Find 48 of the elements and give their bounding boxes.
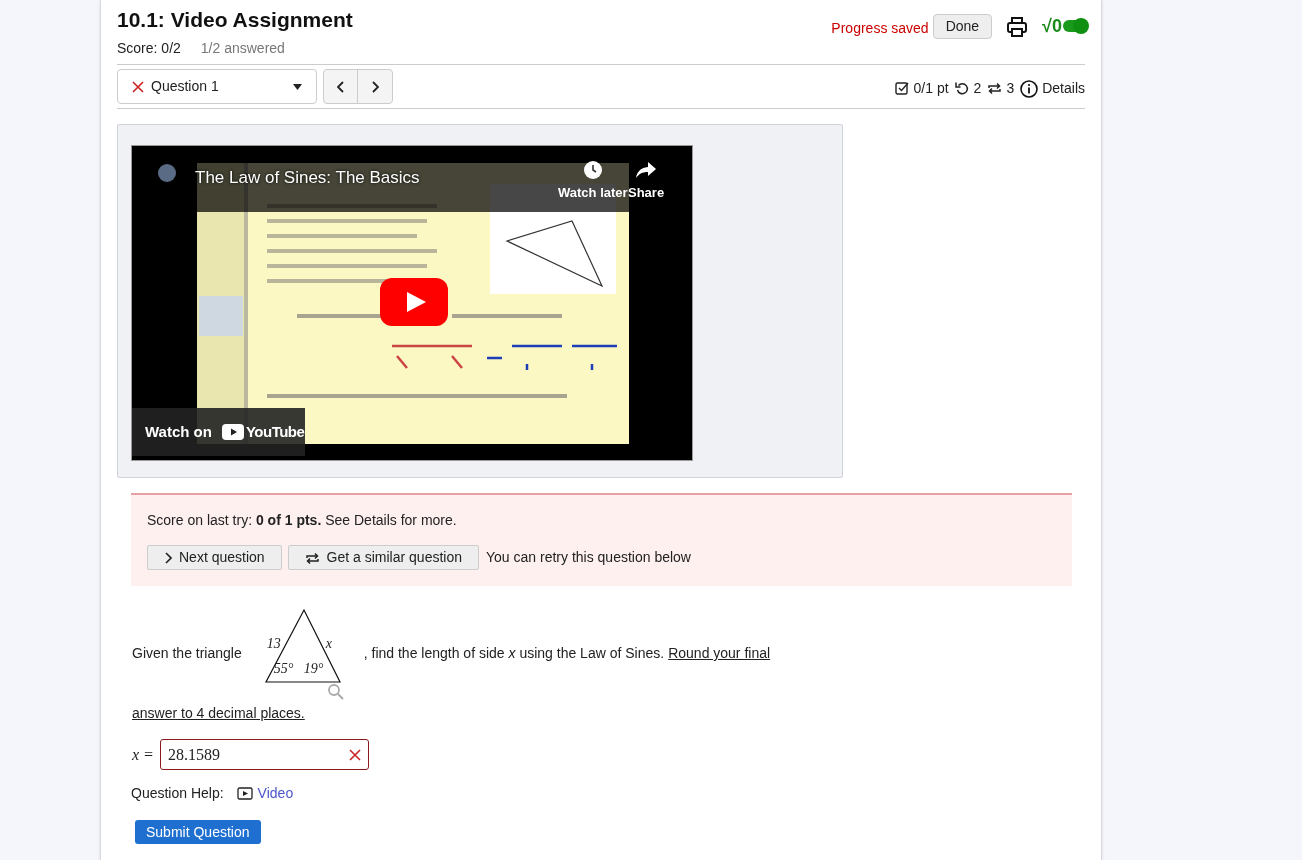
answered-count: 1/2 answered <box>200 39 285 58</box>
done-button[interactable]: Done <box>932 14 993 39</box>
submit-button[interactable]: Submit Question <box>135 820 261 844</box>
versions-count: 3 <box>1006 79 1015 98</box>
similar-question-button[interactable]: Get a similar question <box>287 545 479 570</box>
video-title[interactable]: The Law of Sines: The Basics <box>195 168 420 188</box>
rounding-instruction: answer to 4 decimal places. <box>132 704 305 723</box>
help-label: Question Help: <box>131 784 224 803</box>
video-player[interactable]: The Law of Sines: The Basics Watch laterShare Watch on YouTube <box>131 145 693 461</box>
question-text: Given the triangle <box>132 644 242 663</box>
caret-icon <box>293 83 302 90</box>
play-logo-icon <box>221 424 244 440</box>
checkbox-icon <box>894 81 910 96</box>
retries-count: 2 <box>973 79 982 98</box>
details-link[interactable]: Details <box>1042 78 1085 99</box>
answer-field[interactable]: 28.1589 <box>159 739 369 770</box>
magnifier-icon <box>327 684 344 700</box>
chevron-right-icon <box>164 551 172 564</box>
undo-icon <box>954 81 970 96</box>
clock-icon <box>582 160 603 180</box>
triangle-label: x <box>325 636 332 652</box>
chevron-left-icon <box>336 80 345 93</box>
points-count: 0/1 pt <box>913 79 949 98</box>
triangle-label: 55° <box>273 661 294 677</box>
retry-note: You can retry this question below <box>486 548 691 567</box>
repeat-icon <box>304 550 320 565</box>
question-dropdown[interactable]: Question 1 <box>117 69 317 104</box>
chevron-right-icon <box>371 80 379 93</box>
share-icon <box>635 160 658 180</box>
question-text: , find the length of side x using the Law of Sines. <box>363 644 665 663</box>
watch-later-button[interactable]: Watch later <box>558 160 628 203</box>
play-button[interactable] <box>380 278 448 326</box>
watch-on-youtube-button[interactable]: Watch on YouTube <box>132 408 305 456</box>
share-button[interactable]: Share <box>628 160 665 203</box>
printer-icon[interactable] <box>1006 16 1029 38</box>
video-icon <box>236 786 253 800</box>
answer-label: x = <box>132 744 154 765</box>
info-icon <box>1020 79 1039 98</box>
assignment-title: 10.1: Video Assignment <box>117 7 353 33</box>
video-help-link[interactable]: Video <box>236 783 294 803</box>
rounding-instruction: Round your final <box>668 644 771 663</box>
repeat-icon <box>987 81 1003 96</box>
score-text: Score: 0/2 <box>117 39 181 58</box>
triangle-label: 19° <box>303 661 324 677</box>
next-question-button[interactable]: Next question <box>147 545 282 570</box>
score-feedback: Score on last try: 0 of 1 pts. See Details for more. <box>147 511 458 529</box>
triangle-label: 13 <box>266 636 281 652</box>
progress-status: Progress saved <box>831 19 929 38</box>
